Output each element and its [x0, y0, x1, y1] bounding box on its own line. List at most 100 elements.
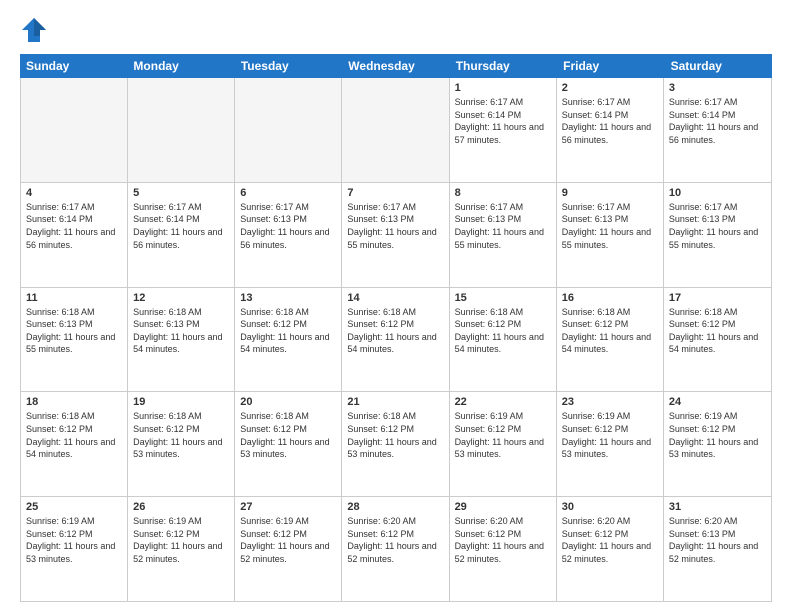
cell-text: Sunset: 6:12 PM: [562, 528, 658, 541]
cell-text: Daylight: 11 hours and 56 minutes.: [562, 121, 658, 146]
cell-text: Sunset: 6:13 PM: [562, 213, 658, 226]
header-day-tuesday: Tuesday: [235, 54, 342, 78]
day-number: 4: [26, 187, 122, 199]
cell-text: Sunset: 6:12 PM: [133, 528, 229, 541]
calendar-cell: 9 Sunrise: 6:17 AMSunset: 6:13 PMDaylight…: [557, 183, 664, 287]
cell-text: Sunset: 6:14 PM: [669, 109, 766, 122]
cell-text: Daylight: 11 hours and 54 minutes.: [133, 331, 229, 356]
header-day-thursday: Thursday: [450, 54, 557, 78]
cell-text: Sunrise: 6:20 AM: [562, 515, 658, 528]
calendar-cell: 6Sunrise: 6:17 AMSunset: 6:13 PMDaylight…: [235, 183, 342, 287]
header: [20, 16, 772, 44]
calendar-cell: 31Sunrise: 6:20 AMSunset: 6:13 PMDayligh…: [664, 497, 771, 601]
calendar-cell: [342, 78, 449, 182]
cell-text: Sunrise: 6:17 AM: [562, 201, 658, 214]
cell-text: Sunset: 6:12 PM: [347, 318, 443, 331]
calendar-cell: 5Sunrise: 6:17 AMSunset: 6:14 PMDaylight…: [128, 183, 235, 287]
calendar-cell: 30Sunrise: 6:20 AMSunset: 6:12 PMDayligh…: [557, 497, 664, 601]
cell-text: Daylight: 11 hours and 54 minutes.: [669, 331, 766, 356]
cell-text: Sunset: 6:12 PM: [133, 423, 229, 436]
calendar-cell: 22Sunrise: 6:19 AMSunset: 6:12 PMDayligh…: [450, 392, 557, 496]
cell-text: Sunrise: 6:17 AM: [669, 96, 766, 109]
calendar-cell: 2Sunrise: 6:17 AMSunset: 6:14 PMDaylight…: [557, 78, 664, 182]
calendar-cell: 21Sunrise: 6:18 AMSunset: 6:12 PMDayligh…: [342, 392, 449, 496]
calendar-cell: 16Sunrise: 6:18 AMSunset: 6:12 PMDayligh…: [557, 288, 664, 392]
header-day-saturday: Saturday: [665, 54, 772, 78]
day-number: 23: [562, 396, 658, 408]
cell-text: Sunset: 6:13 PM: [669, 528, 766, 541]
cell-text: Sunrise: 6:18 AM: [240, 306, 336, 319]
cell-text: Sunrise: 6:18 AM: [133, 306, 229, 319]
cell-text: Daylight: 11 hours and 52 minutes.: [669, 540, 766, 565]
cell-text: Sunrise: 6:18 AM: [669, 306, 766, 319]
day-number: 30: [562, 501, 658, 513]
cell-text: Sunset: 6:12 PM: [26, 423, 122, 436]
cell-text: Sunrise: 6:18 AM: [26, 306, 122, 319]
cell-text: Daylight: 11 hours and 55 minutes.: [669, 226, 766, 251]
day-number: 24: [669, 396, 766, 408]
day-number: 15: [455, 292, 551, 304]
cell-text: Daylight: 11 hours and 52 minutes.: [455, 540, 551, 565]
cell-text: Daylight: 11 hours and 55 minutes.: [562, 226, 658, 251]
calendar-cell: 11Sunrise: 6:18 AMSunset: 6:13 PMDayligh…: [21, 288, 128, 392]
calendar-grid: 1Sunrise: 6:17 AMSunset: 6:14 PMDaylight…: [20, 78, 772, 602]
day-number: 31: [669, 501, 766, 513]
day-number: 26: [133, 501, 229, 513]
day-number: 5: [133, 187, 229, 199]
cell-text: Sunset: 6:12 PM: [347, 423, 443, 436]
calendar-cell: [235, 78, 342, 182]
day-number: 20: [240, 396, 336, 408]
cell-text: Sunrise: 6:19 AM: [455, 410, 551, 423]
cell-text: Sunset: 6:13 PM: [133, 318, 229, 331]
day-number: 1: [455, 82, 551, 94]
calendar-cell: 4Sunrise: 6:17 AMSunset: 6:14 PMDaylight…: [21, 183, 128, 287]
cell-text: Sunrise: 6:17 AM: [455, 96, 551, 109]
day-number: 12: [133, 292, 229, 304]
cell-text: Daylight: 11 hours and 52 minutes.: [240, 540, 336, 565]
cell-text: Sunrise: 6:17 AM: [562, 96, 658, 109]
calendar-row: 4Sunrise: 6:17 AMSunset: 6:14 PMDaylight…: [21, 183, 771, 288]
cell-text: Daylight: 11 hours and 53 minutes.: [562, 436, 658, 461]
cell-text: Sunset: 6:12 PM: [240, 318, 336, 331]
calendar-cell: 12 Sunrise: 6:18 AMSunset: 6:13 PMDayligh…: [128, 288, 235, 392]
cell-text: Daylight: 11 hours and 54 minutes.: [347, 331, 443, 356]
cell-text: Daylight: 11 hours and 57 minutes.: [455, 121, 551, 146]
header-day-friday: Friday: [557, 54, 664, 78]
day-number: 11: [26, 292, 122, 304]
day-number: 14: [347, 292, 443, 304]
calendar-cell: 17Sunrise: 6:18 AMSunset: 6:12 PMDayligh…: [664, 288, 771, 392]
cell-text: Sunset: 6:14 PM: [26, 213, 122, 226]
day-number: 9: [562, 187, 658, 199]
calendar-row: 18Sunrise: 6:18 AMSunset: 6:12 PMDayligh…: [21, 392, 771, 497]
cell-text: Sunset: 6:12 PM: [669, 423, 766, 436]
calendar-cell: 7Sunrise: 6:17 AMSunset: 6:13 PMDaylight…: [342, 183, 449, 287]
calendar-cell: 15Sunrise: 6:18 AMSunset: 6:12 PMDayligh…: [450, 288, 557, 392]
cell-text: Sunrise: 6:18 AM: [455, 306, 551, 319]
calendar-cell: 14Sunrise: 6:18 AMSunset: 6:12 PMDayligh…: [342, 288, 449, 392]
calendar-cell: 24Sunrise: 6:19 AMSunset: 6:12 PMDayligh…: [664, 392, 771, 496]
day-number: 25: [26, 501, 122, 513]
cell-text: Daylight: 11 hours and 55 minutes.: [347, 226, 443, 251]
header-day-wednesday: Wednesday: [342, 54, 449, 78]
cell-text: Sunrise: 6:18 AM: [562, 306, 658, 319]
cell-text: Sunset: 6:13 PM: [347, 213, 443, 226]
calendar-cell: 1Sunrise: 6:17 AMSunset: 6:14 PMDaylight…: [450, 78, 557, 182]
cell-text: Daylight: 11 hours and 56 minutes.: [240, 226, 336, 251]
cell-text: Daylight: 11 hours and 52 minutes.: [347, 540, 443, 565]
cell-text: Sunrise: 6:19 AM: [26, 515, 122, 528]
calendar-cell: 29Sunrise: 6:20 AMSunset: 6:12 PMDayligh…: [450, 497, 557, 601]
day-number: 18: [26, 396, 122, 408]
cell-text: Sunset: 6:12 PM: [562, 423, 658, 436]
calendar-cell: 23Sunrise: 6:19 AMSunset: 6:12 PMDayligh…: [557, 392, 664, 496]
cell-text: Sunrise: 6:17 AM: [455, 201, 551, 214]
cell-text: Sunrise: 6:17 AM: [26, 201, 122, 214]
cell-text: Sunset: 6:13 PM: [455, 213, 551, 226]
calendar-cell: 28Sunrise: 6:20 AMSunset: 6:12 PMDayligh…: [342, 497, 449, 601]
cell-text: Daylight: 11 hours and 53 minutes.: [133, 436, 229, 461]
cell-text: Sunrise: 6:18 AM: [347, 410, 443, 423]
calendar-cell: 25Sunrise: 6:19 AMSunset: 6:12 PMDayligh…: [21, 497, 128, 601]
cell-text: Daylight: 11 hours and 53 minutes.: [26, 540, 122, 565]
cell-text: Sunrise: 6:20 AM: [347, 515, 443, 528]
day-number: 6: [240, 187, 336, 199]
calendar-cell: 3Sunrise: 6:17 AMSunset: 6:14 PMDaylight…: [664, 78, 771, 182]
